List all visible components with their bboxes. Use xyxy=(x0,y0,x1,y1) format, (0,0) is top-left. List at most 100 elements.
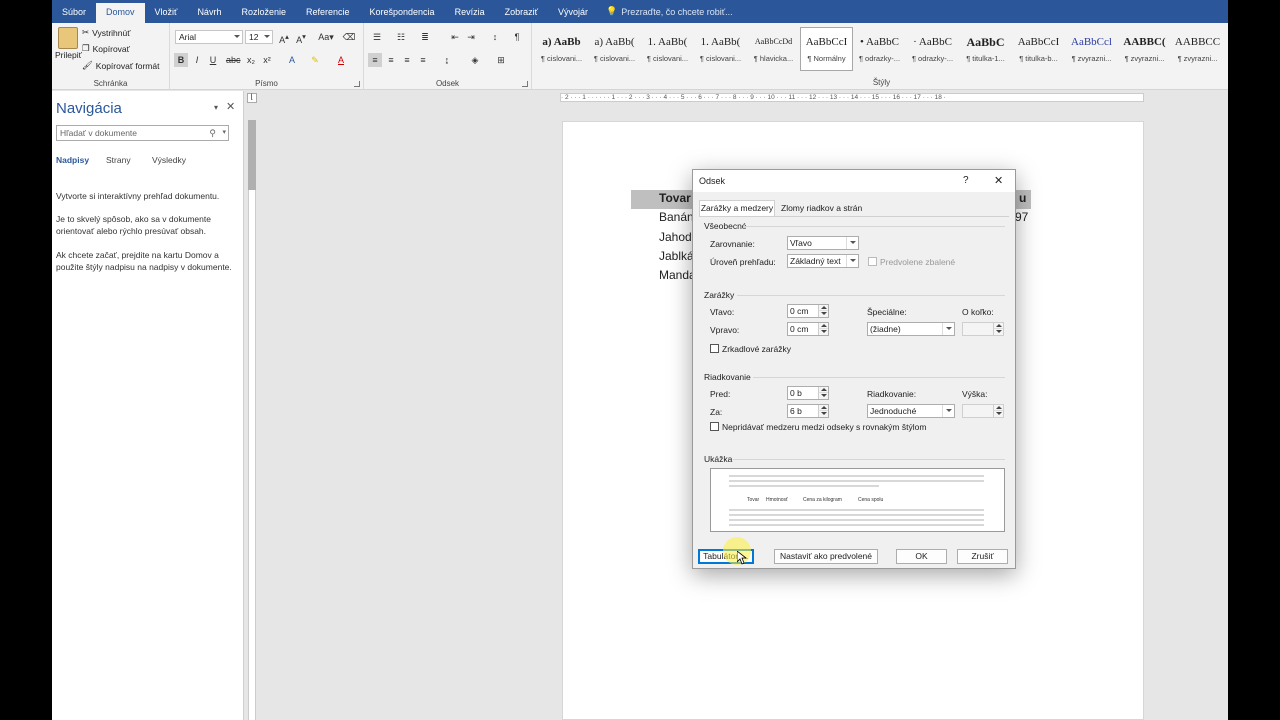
special-select[interactable]: (žiadne) xyxy=(867,322,955,336)
tab-file[interactable]: Súbor xyxy=(52,0,96,23)
tab-developer[interactable]: Vývojár xyxy=(548,0,598,23)
tab-home[interactable]: Domov xyxy=(96,3,145,23)
subscript-icon[interactable]: x₂ xyxy=(244,53,258,67)
paste-button[interactable]: Prilepiť xyxy=(55,27,82,60)
navigation-search-input[interactable]: Hľadať v dokumente ⚲ ▾ xyxy=(56,125,229,141)
font-color-icon[interactable]: A xyxy=(334,53,348,67)
bullets-icon[interactable]: ☰ xyxy=(370,30,384,44)
style-item-normal[interactable]: AaBbCcI ¶ Normálny xyxy=(800,27,853,71)
outline-level-select[interactable]: Základný text xyxy=(787,254,859,268)
align-right-icon[interactable]: ≡ xyxy=(400,53,414,67)
highlight-icon[interactable]: ✎ xyxy=(308,53,322,67)
pane-options-icon[interactable]: ▾ xyxy=(214,103,218,112)
tab-selector-icon[interactable]: ⌊ xyxy=(247,93,257,103)
chevron-down-icon[interactable]: ▾ xyxy=(222,126,226,140)
style-item[interactable]: a) AaBb ¶ cislovani... xyxy=(535,27,588,71)
justify-icon[interactable]: ≡ xyxy=(416,53,430,67)
tell-me-box[interactable]: 💡 Prezraďte, čo chcete robiť... xyxy=(598,0,733,23)
spacing-before-spinner[interactable]: 0 b xyxy=(787,386,829,400)
font-name-combo[interactable]: Arial xyxy=(175,30,243,44)
tab-line-page-breaks[interactable]: Zlomy riadkov a strán xyxy=(781,201,862,216)
increase-indent-icon[interactable]: ⇥ xyxy=(464,30,478,44)
line-spacing-icon[interactable]: ↨ xyxy=(440,53,454,67)
multilevel-list-icon[interactable]: ≣ xyxy=(418,30,432,44)
ok-button[interactable]: OK xyxy=(896,549,947,564)
shading-icon[interactable]: ◈ xyxy=(468,53,482,67)
tab-references[interactable]: Referencie xyxy=(296,0,360,23)
borders-icon[interactable]: ⊞ xyxy=(494,53,508,67)
paragraph-dialog-launcher-icon[interactable] xyxy=(522,81,528,87)
no-space-same-style-checkbox[interactable] xyxy=(710,422,719,431)
font-dialog-launcher-icon[interactable] xyxy=(354,81,360,87)
line-spacing-at-spinner[interactable] xyxy=(962,404,1004,418)
format-painter-button[interactable]: 🖌 Kopírovať formát xyxy=(82,60,159,71)
table-row: Jablká xyxy=(659,249,694,263)
style-item[interactable]: AaBbCcI ¶ titulka-b... xyxy=(1012,27,1065,71)
spin-down-icon[interactable] xyxy=(993,329,1003,335)
style-item[interactable]: · AaBbC ¶ odrazky-... xyxy=(906,27,959,71)
clipboard-icon xyxy=(58,27,79,49)
copy-button[interactable]: ❐ Kopírovať xyxy=(82,43,130,54)
shrink-font-icon[interactable]: A▾ xyxy=(294,30,308,45)
tab-divider xyxy=(699,216,1009,217)
collapsed-checkbox[interactable] xyxy=(868,257,877,266)
indent-right-spinner[interactable]: 0 cm xyxy=(787,322,829,336)
search-icon[interactable]: ⚲ xyxy=(209,126,216,140)
set-as-default-button[interactable]: Nastaviť ako predvolené xyxy=(774,549,878,564)
style-item[interactable]: • AaBbC ¶ odrazky-... xyxy=(853,27,906,71)
spin-down-icon[interactable] xyxy=(818,329,828,335)
tab-review[interactable]: Revízia xyxy=(445,0,495,23)
underline-icon[interactable]: U xyxy=(206,53,220,67)
style-item[interactable]: AaBbCcDd ¶ hlavicka... xyxy=(747,27,800,71)
sort-icon[interactable]: ↕ xyxy=(488,30,502,44)
tab-layout[interactable]: Rozloženie xyxy=(231,0,296,23)
close-icon[interactable]: ✕ xyxy=(226,100,235,113)
decrease-indent-icon[interactable]: ⇤ xyxy=(448,30,462,44)
align-left-icon[interactable]: ≡ xyxy=(368,53,382,67)
pilcrow-icon[interactable]: ¶ xyxy=(510,30,524,44)
spin-down-icon[interactable] xyxy=(818,311,828,317)
line-spacing-select[interactable]: Jednoduché xyxy=(867,404,955,418)
tab-indents-spacing[interactable]: Zarážky a medzery xyxy=(699,200,775,217)
close-icon[interactable]: ✕ xyxy=(994,174,1003,187)
spin-down-icon[interactable] xyxy=(993,411,1003,417)
spin-down-icon[interactable] xyxy=(818,393,828,399)
change-case-icon[interactable]: Aa▾ xyxy=(315,30,337,44)
italic-icon[interactable]: I xyxy=(190,53,204,67)
superscript-icon[interactable]: x² xyxy=(260,53,274,67)
style-item[interactable]: 1. AaBb(¶ cislovani... xyxy=(694,27,747,71)
clear-formatting-icon[interactable]: ⌫ xyxy=(342,30,356,44)
tab-insert[interactable]: Vložiť xyxy=(145,0,188,23)
indent-left-spinner[interactable]: 0 cm xyxy=(787,304,829,318)
style-item[interactable]: AaBbC ¶ titulka-1... xyxy=(959,27,1012,71)
font-size-combo[interactable]: 12 xyxy=(245,30,273,44)
tab-mailings[interactable]: Korešpondencia xyxy=(360,0,445,23)
preview-word: Cena spolu xyxy=(858,497,884,503)
cancel-button[interactable]: Zrušiť xyxy=(957,549,1008,564)
grow-font-icon[interactable]: A▴ xyxy=(277,30,291,45)
tab-design[interactable]: Návrh xyxy=(187,0,231,23)
nav-tab-headings[interactable]: Nadpisy xyxy=(56,155,89,165)
mirror-indents-checkbox[interactable] xyxy=(710,344,719,353)
text-effects-icon[interactable]: A xyxy=(285,53,299,67)
preview-line xyxy=(729,524,984,526)
collapsed-label: Predvolene zbalené xyxy=(880,257,956,267)
style-item[interactable]: AABBC(¶ zvyrazni... xyxy=(1118,27,1171,71)
style-item[interactable]: AABBCC ¶ zvyrazni... xyxy=(1171,27,1224,71)
cut-button[interactable]: ✂ Vystrihnúť xyxy=(82,27,130,38)
tab-view[interactable]: Zobraziť xyxy=(495,0,548,23)
spacing-after-spinner[interactable]: 6 b xyxy=(787,404,829,418)
strikethrough-icon[interactable]: abc xyxy=(226,53,241,67)
nav-tab-results[interactable]: Výsledky xyxy=(152,155,186,165)
indent-by-spinner[interactable] xyxy=(962,322,1004,336)
nav-tab-pages[interactable]: Strany xyxy=(106,155,131,165)
bold-icon[interactable]: B xyxy=(174,53,188,67)
style-item[interactable]: a) AaBb(¶ cislovani... xyxy=(588,27,641,71)
style-item[interactable]: 1. AaBb(¶ cislovani... xyxy=(641,27,694,71)
alignment-select[interactable]: Vľavo xyxy=(787,236,859,250)
style-item[interactable]: AaBbCcl ¶ zvyrazni... xyxy=(1065,27,1118,71)
numbering-icon[interactable]: ☷ xyxy=(394,30,408,44)
align-center-icon[interactable]: ≡ xyxy=(384,53,398,67)
help-icon[interactable]: ? xyxy=(963,175,969,186)
spin-down-icon[interactable] xyxy=(818,411,828,417)
